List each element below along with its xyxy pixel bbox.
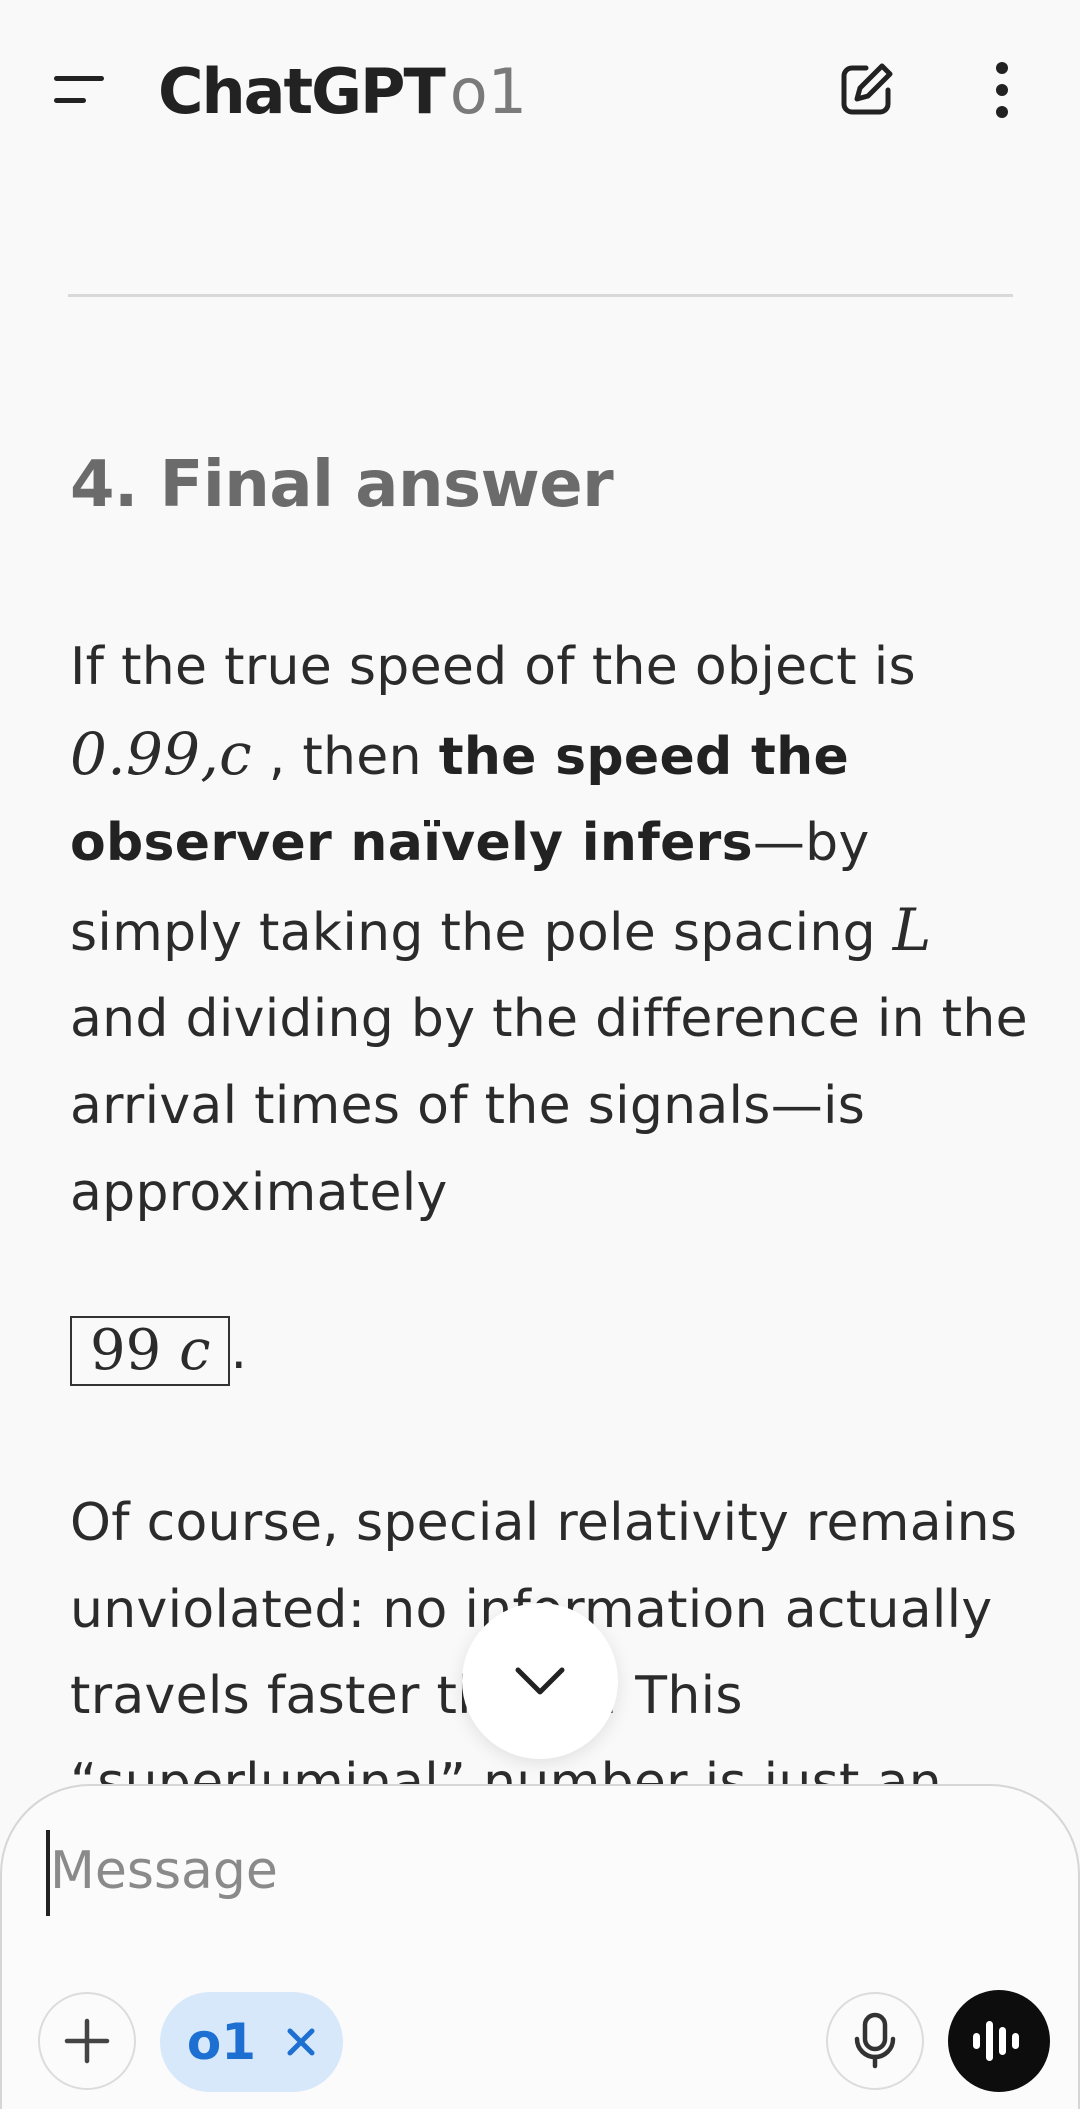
add-attachment-button[interactable] [38, 1992, 136, 2090]
message-input[interactable] [46, 1826, 1010, 1916]
math-L: L [892, 895, 932, 964]
boxed-answer: 99 c [70, 1316, 231, 1387]
text-segment: If the true speed of the object is [70, 637, 916, 697]
chat-screen: ChatGPTo1 4. Final answer If the true sp… [0, 0, 1080, 2109]
more-vertical-icon [996, 62, 1008, 118]
model-chip[interactable]: o1 [160, 1992, 343, 2092]
microphone-icon [854, 2012, 896, 2069]
menu-button[interactable] [40, 50, 120, 130]
voice-waveform-icon [973, 2021, 1019, 2061]
boxed-value: 99 [90, 1318, 162, 1384]
voice-mode-button[interactable] [948, 1990, 1050, 2092]
text-segment: , then [251, 726, 439, 787]
plus-icon [64, 2018, 110, 2064]
scroll-to-bottom-button[interactable] [462, 1603, 618, 1759]
text-caret [46, 1830, 50, 1916]
model-chip-label: o1 [186, 2013, 257, 2071]
section-heading: 4. Final answer [70, 448, 614, 522]
math-speed: 0.99, [70, 719, 220, 788]
menu-icon [54, 76, 104, 103]
math-c: c [219, 719, 252, 788]
chevron-down-icon [515, 1667, 565, 1695]
model-name: o1 [449, 55, 528, 128]
dictate-button[interactable] [826, 1992, 924, 2090]
boxed-suffix: . [230, 1321, 247, 1382]
compose-icon [841, 63, 893, 115]
close-icon[interactable] [286, 2027, 316, 2057]
more-options-button[interactable] [962, 50, 1042, 130]
boxed-unit: c [179, 1318, 211, 1384]
answer-paragraph: If the true speed of the object is 0.99,… [70, 624, 1030, 1236]
app-name: ChatGPT [158, 55, 446, 128]
text-segment: and dividing by the difference in the ar… [70, 989, 1028, 1223]
boxed-answer-row: 99 c. [70, 1316, 1030, 1406]
top-bar: ChatGPTo1 [0, 0, 1080, 180]
message-composer: o1 [0, 1784, 1080, 2109]
new-chat-button[interactable] [826, 50, 906, 130]
section-divider [68, 294, 1013, 297]
app-title[interactable]: ChatGPTo1 [158, 52, 527, 132]
